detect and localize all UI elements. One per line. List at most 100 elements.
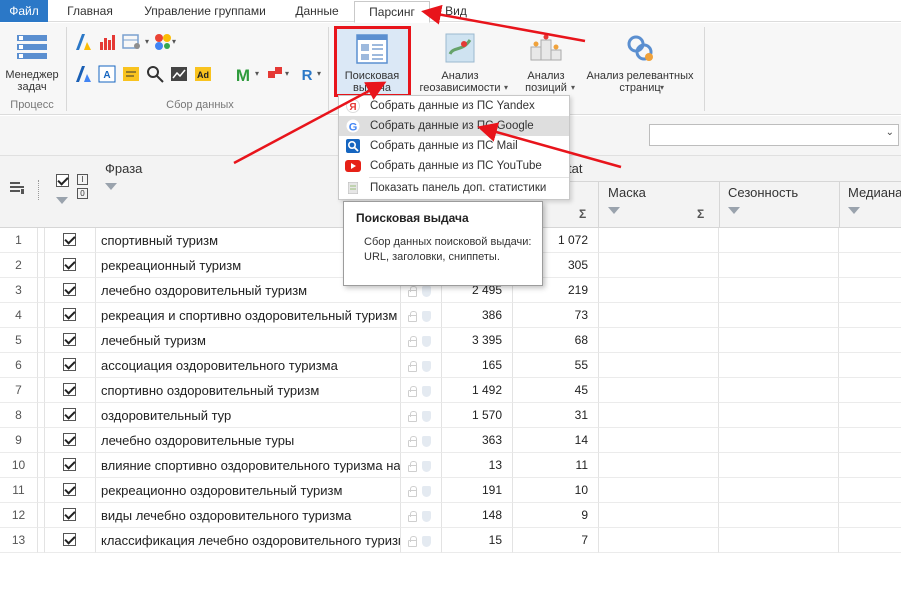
wordstat-icon[interactable]: [74, 33, 92, 51]
phrase-cell[interactable]: лечебный туризм: [96, 328, 401, 353]
phrase-cell[interactable]: рекреационно оздоровительный туризм: [96, 478, 401, 503]
search-icon[interactable]: [146, 65, 164, 83]
rush-icon[interactable]: R: [298, 65, 316, 83]
position-analysis-button[interactable]: Анализ позиций: [515, 28, 577, 95]
row-checkbox[interactable]: [63, 408, 76, 421]
filter-icon[interactable]: [608, 207, 620, 214]
header-i-box[interactable]: I: [77, 174, 88, 185]
row-checkbox[interactable]: [63, 308, 76, 321]
column-header-tat[interactable]: tat: [568, 161, 582, 176]
phrase-cell[interactable]: влияние спортивно оздоровительного туриз…: [96, 453, 401, 478]
select-all-checkbox[interactable]: [56, 174, 69, 187]
table-row[interactable]: 4 рекреация и спортивно оздоровительный т…: [0, 303, 901, 328]
table-row[interactable]: 13 классификация лечебно оздоровительного…: [0, 528, 901, 553]
menu-item-google[interactable]: G Собрать данные из ПС Google: [339, 116, 569, 136]
filter-icon[interactable]: [728, 207, 740, 214]
column-header-seasonality[interactable]: Сезонность: [728, 185, 798, 200]
tat-cell: 73: [513, 303, 599, 328]
row-check-cell: [45, 353, 96, 378]
tab-group-management[interactable]: Управление группами: [132, 0, 278, 22]
competition-icon[interactable]: [122, 65, 140, 83]
status-cell: [401, 353, 442, 378]
row-checkbox[interactable]: [63, 483, 76, 496]
table-row[interactable]: 12 виды лечебно оздоровительного туризма 1…: [0, 503, 901, 528]
chevron-down-icon[interactable]: ⌄: [886, 127, 894, 138]
menu-item-mail[interactable]: Собрать данные из ПС Mail: [339, 136, 569, 156]
row-checkbox[interactable]: [63, 383, 76, 396]
tab-data[interactable]: Данные: [288, 0, 346, 22]
row-number: 6: [0, 353, 38, 378]
dropdown-arrow-icon[interactable]: ▾: [504, 83, 508, 92]
lock-icon: [408, 536, 417, 547]
table-row[interactable]: 8 оздоровительный тур 1 570 31: [0, 403, 901, 428]
median-cell: [839, 328, 901, 353]
row-check-cell: [45, 428, 96, 453]
table-row[interactable]: 6 ассоциация оздоровительного туризма 165 5…: [0, 353, 901, 378]
table-settings-icon[interactable]: [122, 33, 144, 51]
dropdown-arrow-icon[interactable]: ▾: [285, 69, 289, 78]
google-dots-icon[interactable]: [154, 33, 172, 51]
dropdown-arrow-icon[interactable]: ▾: [571, 83, 575, 92]
tab-file[interactable]: Файл: [0, 0, 48, 22]
filter-icon[interactable]: [105, 183, 117, 190]
task-manager-button[interactable]: Менеджер задач: [2, 27, 62, 97]
geo-analysis-button[interactable]: Анализ геозависимости: [412, 28, 508, 95]
table-row[interactable]: 11 рекреационно оздоровительный туризм 191…: [0, 478, 901, 503]
phrase-cell[interactable]: ассоциация оздоровительного туризма: [96, 353, 401, 378]
search-engine-combo[interactable]: ⌄: [649, 124, 899, 146]
filter-icon[interactable]: [848, 207, 860, 214]
tab-parsing[interactable]: Парсинг: [354, 1, 430, 23]
phrase-cell[interactable]: виды лечебно оздоровительного туризма: [96, 503, 401, 528]
dropdown-arrow-icon[interactable]: ▾: [660, 83, 664, 92]
ad-icon[interactable]: Ad: [194, 65, 212, 83]
dropdown-arrow-icon[interactable]: ▾: [172, 37, 176, 46]
column-settings-icon[interactable]: [9, 181, 25, 195]
lock-icon: [408, 386, 417, 397]
menu-item-yandex[interactable]: Я Собрать данные из ПС Yandex: [339, 96, 569, 116]
puzzle-icon[interactable]: [266, 65, 284, 83]
menu-item-label: Показать панель доп. статистики: [370, 182, 547, 194]
row-checkbox[interactable]: [63, 333, 76, 346]
frequency-alt-icon[interactable]: A: [98, 65, 116, 83]
row-checkbox[interactable]: [63, 508, 76, 521]
phrase-cell[interactable]: рекреация и спортивно оздоровительный ту…: [96, 303, 401, 328]
frequency-chart-icon[interactable]: [98, 33, 116, 51]
column-header-median[interactable]: Медиана: [848, 185, 901, 200]
row-checkbox[interactable]: [63, 433, 76, 446]
table-row[interactable]: 10 влияние спортивно оздоровительного тур…: [0, 453, 901, 478]
header-zero-box[interactable]: 0: [77, 188, 88, 199]
median-cell: [839, 528, 901, 553]
tab-view[interactable]: Вид: [436, 0, 476, 22]
phrase-cell[interactable]: спортивно оздоровительный туризм: [96, 378, 401, 403]
mask-cell: [599, 353, 719, 378]
phrase-cell[interactable]: оздоровительный тур: [96, 403, 401, 428]
filter-icon[interactable]: [56, 197, 68, 204]
sum-icon[interactable]: Σ: [579, 207, 586, 221]
dropdown-arrow-icon[interactable]: ▾: [145, 37, 149, 46]
relevant-pages-button[interactable]: Анализ релевантных страниц: [581, 28, 699, 95]
analytics-icon[interactable]: [170, 65, 188, 83]
column-header-mask[interactable]: Маска: [608, 185, 646, 200]
menu-item-youtube[interactable]: Собрать данные из ПС YouTube: [339, 156, 569, 176]
table-row[interactable]: 9 лечебно оздоровительные туры 363 14: [0, 428, 901, 453]
row-checkbox[interactable]: [63, 283, 76, 296]
sum-icon[interactable]: Σ: [697, 207, 704, 221]
row-checkbox[interactable]: [63, 258, 76, 271]
phrase-cell[interactable]: классификация лечебно оздоровительного т…: [96, 528, 401, 553]
row-checkbox[interactable]: [63, 233, 76, 246]
row-checkbox[interactable]: [63, 533, 76, 546]
wordstat-alt-icon[interactable]: [74, 65, 92, 83]
menu-item-stats-panel[interactable]: Показать панель доп. статистики: [339, 178, 569, 198]
column-header-phrase[interactable]: Фраза: [105, 161, 142, 176]
row-checkbox[interactable]: [63, 458, 76, 471]
mutagen-icon[interactable]: M: [234, 65, 252, 83]
status-cell: [401, 453, 442, 478]
shield-icon: [422, 336, 431, 347]
phrase-cell[interactable]: лечебно оздоровительные туры: [96, 428, 401, 453]
dropdown-arrow-icon[interactable]: ▾: [317, 69, 321, 78]
table-row[interactable]: 5 лечебный туризм 3 395 68: [0, 328, 901, 353]
dropdown-arrow-icon[interactable]: ▾: [255, 69, 259, 78]
tab-home[interactable]: Главная: [58, 0, 122, 22]
table-row[interactable]: 7 спортивно оздоровительный туризм 1 492 45: [0, 378, 901, 403]
row-checkbox[interactable]: [63, 358, 76, 371]
